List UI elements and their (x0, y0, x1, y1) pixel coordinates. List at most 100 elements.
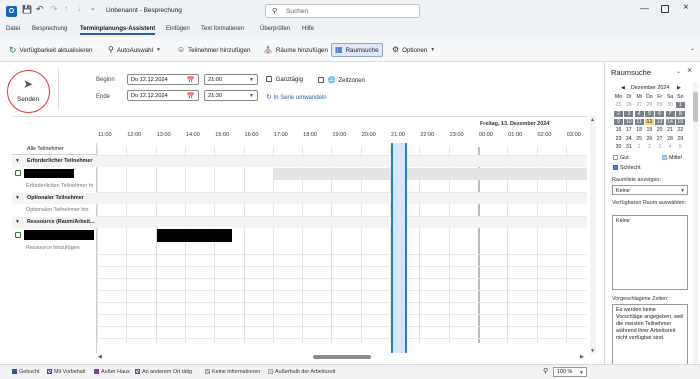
calendar-day[interactable]: 17 (624, 127, 633, 133)
prev-month-icon[interactable]: ◀ (621, 85, 625, 91)
calendar-day[interactable]: 2 (614, 110, 623, 117)
calendar-day[interactable]: 14 (665, 118, 675, 125)
tab-terminplanungs-assistent[interactable]: Terminplanungs-Assistent (80, 26, 156, 35)
vertical-scrollbar[interactable] (590, 116, 596, 354)
room-finder-button[interactable]: ▦ Raumsuche (331, 43, 383, 57)
required-add-row[interactable]: Erforderlichen Teilnehmer hi (12, 181, 97, 192)
scroll-left-icon[interactable]: ◀ (98, 354, 102, 360)
available-room-item[interactable]: Keine (616, 218, 630, 224)
calendar-day[interactable]: 5 (676, 144, 685, 150)
allday-checkbox[interactable]: Ganztägig (266, 76, 303, 83)
calendar-day[interactable]: 28 (645, 102, 654, 108)
pane-close-icon[interactable]: × (687, 65, 692, 75)
calendar-day[interactable]: 12 (644, 118, 654, 125)
next-month-icon[interactable]: ▶ (677, 85, 681, 91)
redo-icon[interactable]: ↷ (50, 4, 58, 15)
calendar-day[interactable]: 22 (676, 127, 685, 133)
add-attendees-button[interactable]: ☺ Teilnehmer hinzufügen (177, 43, 250, 57)
calendar-day[interactable]: 27 (635, 102, 644, 108)
tab-datei[interactable]: Datei (6, 26, 20, 32)
undo-icon[interactable]: ↶ (36, 4, 44, 15)
search-box[interactable]: ⚲ Suchen (265, 4, 420, 18)
calendar-day[interactable]: 4 (666, 144, 675, 150)
up-arrow-icon[interactable]: ↑ (64, 4, 68, 13)
calendar-day[interactable]: 4 (634, 110, 644, 117)
roomlist-select[interactable]: Keine ▼ (612, 185, 688, 195)
tab-einfuegen[interactable]: Einfügen (166, 26, 190, 32)
optional-add-row[interactable]: Optionalen Teilnehmer hin (12, 205, 97, 216)
calendar-day[interactable]: 9 (614, 118, 623, 125)
send-button[interactable]: ➤ Senden (7, 70, 50, 113)
calendar-day[interactable]: 29 (655, 102, 664, 108)
calendar-day[interactable]: 20 (655, 127, 664, 133)
calendar-day[interactable]: 10 (624, 118, 634, 125)
calendar-day[interactable]: 21 (666, 127, 675, 133)
calendar-day[interactable]: 30 (666, 102, 675, 108)
ribbon-collapse-icon[interactable]: ⌄ (690, 45, 695, 52)
calendar-day[interactable]: 6 (655, 110, 665, 117)
calendar-day[interactable]: 8 (675, 110, 685, 117)
calendar-day[interactable]: 3 (624, 110, 634, 117)
add-rooms-button[interactable]: ⛪ Räume hinzufügen (263, 43, 328, 57)
resource-section-row[interactable]: ▼ Ressource (Raum/Arbeit... (12, 217, 587, 228)
minimize-button[interactable]: — (640, 3, 649, 13)
add-resource[interactable]: Ressource hinzufügen (26, 245, 80, 251)
add-optional-attendee[interactable]: Optionalen Teilnehmer hin (26, 207, 89, 213)
refresh-availability-button[interactable]: ↻ Verfügbarkeit aktualisieren (9, 43, 92, 57)
calendar-day[interactable]: 24 (624, 136, 633, 142)
attendee-checkbox[interactable] (15, 170, 21, 176)
start-date-field[interactable]: Do 12.12.2024 📅 (127, 74, 199, 85)
optional-section-row[interactable]: ▼ Optionaler Teilnehmer (12, 193, 587, 204)
calendar-day[interactable]: 31 (624, 144, 633, 150)
resource-add-row[interactable]: Ressource hinzufügen (12, 243, 97, 254)
calendar-day[interactable]: 25 (635, 136, 644, 142)
calendar-day[interactable]: 27 (655, 136, 664, 142)
calendar-day[interactable]: 2 (645, 144, 654, 150)
pane-scroll-thumb[interactable] (693, 92, 698, 122)
calendar-day[interactable]: 1 (675, 102, 685, 109)
maximize-button[interactable] (661, 5, 669, 13)
tab-text-formatieren[interactable]: Text formatieren (201, 26, 244, 32)
save-icon[interactable]: 💾 (22, 5, 32, 14)
calendar-day[interactable]: 15 (675, 118, 685, 125)
calendar-day[interactable]: 26 (624, 102, 633, 108)
recurring-link[interactable]: ↻ In Serie umwandeln (266, 93, 327, 101)
calendar-day[interactable]: 13 (655, 118, 665, 125)
qat-more-icon[interactable]: ⌄ (90, 4, 96, 12)
close-button[interactable]: × (683, 2, 689, 13)
end-time-field[interactable]: 21:30 ▼ (204, 90, 258, 101)
calendar-day[interactable]: 1 (635, 144, 644, 150)
autoselect-button[interactable]: ⚲ AutoAuswahl ▼ (108, 43, 161, 57)
calendar-day[interactable]: 16 (614, 127, 623, 133)
zoom-select[interactable]: 100 % ▼ (553, 367, 587, 377)
add-required-attendee[interactable]: Erforderlichen Teilnehmer hi (26, 183, 93, 189)
end-date-field[interactable]: Do 12.12.2024 📅 (127, 90, 199, 101)
calendar-day[interactable]: 23 (614, 136, 623, 142)
calendar-day[interactable]: 19 (645, 127, 654, 133)
meeting-time-selection[interactable] (391, 143, 407, 353)
calendar-day[interactable]: 28 (666, 136, 675, 142)
options-button[interactable]: ⚙ Optionen ▼ (392, 43, 435, 57)
scroll-up-icon[interactable]: ▲ (590, 117, 595, 123)
pane-options-icon[interactable]: ⌄ (676, 68, 681, 75)
collapse-arrow-icon[interactable]: ▼ (15, 195, 20, 201)
scroll-down-icon[interactable]: ▼ (590, 348, 595, 354)
resource-row[interactable] (12, 229, 587, 242)
calendar-day[interactable]: 26 (645, 136, 654, 142)
resource-checkbox[interactable] (15, 232, 21, 238)
calendar-day[interactable]: 25 (614, 102, 623, 108)
start-time-field[interactable]: 21:00 ▼ (204, 74, 258, 85)
scroll-right-icon[interactable]: ▶ (580, 354, 584, 360)
available-room-list[interactable]: Keine (612, 215, 688, 290)
calendar-day[interactable]: 29 (676, 136, 685, 142)
required-section-row[interactable]: ▼ Erforderlicher Teilnehmer (12, 156, 587, 167)
down-arrow-icon[interactable]: ↓ (77, 4, 81, 13)
calendar-day[interactable]: 3 (655, 144, 664, 150)
tab-besprechung[interactable]: Besprechung (32, 26, 67, 32)
tab-hilfe[interactable]: Hilfe (302, 26, 314, 32)
calendar-day[interactable]: 18 (635, 127, 644, 133)
collapse-arrow-icon[interactable]: ▼ (15, 158, 20, 164)
collapse-arrow-icon[interactable]: ▼ (15, 219, 20, 225)
pane-scrollbar[interactable] (693, 82, 698, 379)
timezones-toggle[interactable]: 🌐 Zeitzonen (318, 76, 365, 84)
